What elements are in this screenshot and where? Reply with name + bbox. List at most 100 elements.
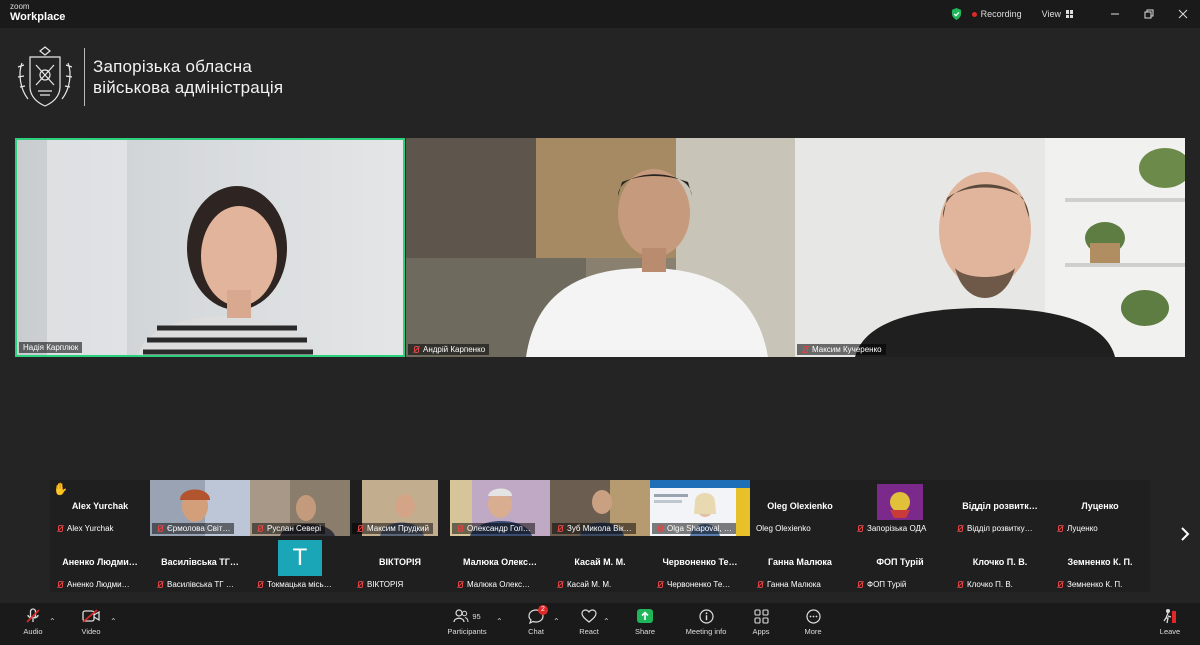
participants-icon [453, 609, 469, 623]
mic-muted-icon [1056, 524, 1064, 533]
participant-tile[interactable]: Касай М. М. Касай М. М. [550, 536, 650, 592]
participant-tile[interactable]: Земненко К. П. Земненко К. П. [1050, 536, 1150, 592]
view-button[interactable]: View [1042, 9, 1074, 19]
video-tile-2[interactable]: Андрій Карпенко [406, 138, 795, 357]
participant-name: Відділ розвитку… [967, 524, 1033, 533]
chat-button[interactable]: 2 Chat [522, 605, 550, 636]
audio-options-caret-icon[interactable]: ⌃ [49, 617, 56, 626]
participant-tile[interactable]: Олександр Гол… [450, 480, 550, 536]
participant-tile[interactable]: Oleg Olexienko Oleg Olexienko [750, 480, 850, 536]
participant-name-label: Аненко Людми… [52, 579, 134, 590]
participant-name-label: Андрій Карпенко [408, 344, 490, 355]
participant-tile[interactable]: Клочко П. В. Клочко П. В. [950, 536, 1050, 592]
chat-label: Chat [528, 627, 544, 636]
participant-name: Максим Прудкий [367, 524, 429, 533]
participant-name-label: Запорізька ОДА [852, 523, 930, 534]
participant-name-label: Єрмолова Світ… [152, 523, 235, 534]
participant-tile[interactable]: Руслан Северi [250, 480, 350, 536]
mic-muted-icon [156, 580, 164, 589]
shield-check-icon[interactable] [951, 8, 962, 20]
participants-button[interactable]: 95 Participants [444, 607, 490, 636]
participant-tile[interactable]: Червоненко Те… Червоненко Те… [650, 536, 750, 592]
participant-name: Запорізька ОДА [867, 524, 927, 533]
meeting-info-label: Meeting info [685, 627, 727, 636]
more-icon [805, 608, 821, 624]
participant-name-label: Максим Прудкий [352, 523, 433, 534]
participant-strip: ✋ Alex Yurchak Alex Yurchak Єрмолова Сві… [50, 480, 1150, 592]
participant-name-label: Клочко П. В. [952, 579, 1017, 590]
react-options-caret-icon[interactable]: ⌃ [603, 617, 610, 626]
apps-button[interactable]: Apps [748, 607, 774, 636]
participant-name-label: Відділ розвитку… [952, 523, 1037, 534]
share-button[interactable]: Share [632, 607, 658, 636]
participant-name: ФОП Турій [867, 580, 907, 589]
video-options-caret-icon[interactable]: ⌃ [110, 617, 117, 626]
title-bar: zoom Workplace Recording View [0, 0, 1200, 28]
participant-tile[interactable]: ФОП Турій ФОП Турій [850, 536, 950, 592]
grid-view-icon [1066, 10, 1074, 18]
leave-label: Leave [1159, 627, 1181, 636]
react-button[interactable]: React [576, 607, 602, 636]
participant-name-label: Olga Shapoval, … [652, 523, 736, 534]
more-button[interactable]: More [800, 607, 826, 636]
video-tile-1[interactable]: Надія Карплюк [15, 138, 405, 357]
participant-tile[interactable]: Єрмолова Світ… [150, 480, 250, 536]
recording-label: Recording [980, 9, 1022, 19]
close-button[interactable] [1166, 0, 1200, 28]
participant-display-name: Василівська ТГ… [161, 557, 239, 567]
mic-muted-icon [156, 524, 164, 533]
mic-muted-icon [56, 580, 64, 589]
info-icon [698, 608, 714, 624]
participant-tile[interactable]: Запорізька ОДА [850, 480, 950, 536]
participant-display-name: Малюка Олекс… [463, 557, 537, 567]
participant-tile[interactable]: Зуб Микола Вік… [550, 480, 650, 536]
avatar-initial: T [292, 544, 308, 571]
participant-name: Луценко [1067, 524, 1098, 533]
participant-tile[interactable]: Olga Shapoval, … [650, 480, 750, 536]
participant-name: Клочко П. В. [967, 580, 1013, 589]
audio-button[interactable]: Audio [18, 607, 48, 636]
participant-tile[interactable]: Василівська ТГ… Василівська ТГ … [150, 536, 250, 592]
video-button[interactable]: Video [76, 607, 106, 636]
minimize-button[interactable] [1098, 0, 1132, 28]
close-icon [1178, 9, 1188, 19]
mic-muted-icon [256, 524, 264, 533]
participant-name-label: Земненко К. П. [1052, 579, 1126, 590]
participant-display-name: Клочко П. В. [972, 557, 1028, 567]
more-label: More [804, 627, 822, 636]
next-page-chevron-icon[interactable] [1180, 527, 1190, 546]
participant-name-label: Alex Yurchak [52, 523, 118, 534]
mic-muted-icon [856, 580, 864, 589]
participant-tile[interactable]: Максим Прудкий [350, 480, 450, 536]
coat-of-arms-icon [17, 46, 73, 107]
participant-tile[interactable]: Малюка Олекс… Малюка Олекс… [450, 536, 550, 592]
participant-name: Єрмолова Світ… [167, 524, 231, 533]
meeting-info-button[interactable]: Meeting info [682, 607, 730, 636]
leave-button[interactable]: Leave [1156, 607, 1184, 636]
organization-name-line2: військова адміністрація [93, 78, 284, 97]
participant-display-name: Касай М. М. [574, 557, 626, 567]
video-tile-3[interactable]: Максим Кучеренко [795, 138, 1185, 357]
participant-name-label: Зуб Микола Вік… [552, 523, 636, 534]
chat-unread-badge: 2 [538, 605, 548, 615]
participant-tile[interactable]: Луценко Луценко [1050, 480, 1150, 536]
recording-indicator[interactable]: Recording [971, 9, 1022, 19]
chat-options-caret-icon[interactable]: ⌃ [553, 617, 560, 626]
restore-button[interactable] [1132, 0, 1166, 28]
participant-name-label: Руслан Северi [252, 523, 326, 534]
avatar: T [278, 540, 322, 576]
participant-tile[interactable]: Відділ розвитк… Відділ розвитку… [950, 480, 1050, 536]
participants-options-caret-icon[interactable]: ⌃ [496, 617, 503, 626]
header-divider [84, 48, 85, 106]
participant-tile[interactable]: ВІКТОРІЯ ВІКТОРІЯ [350, 536, 450, 592]
organization-name-line1: Запорізька обласна [93, 57, 252, 76]
participant-name-label: Oleg Olexienko [752, 523, 815, 534]
participant-name-label: Ганна Малюка [752, 579, 825, 590]
view-label: View [1041, 9, 1061, 19]
participant-tile[interactable]: ✋ Alex Yurchak Alex Yurchak [50, 480, 150, 536]
participant-name-label: Червоненко Те… [652, 579, 734, 590]
participant-tile[interactable]: T Токмацька місь… [250, 536, 350, 592]
participant-display-name: Червоненко Те… [662, 557, 738, 567]
participant-tile[interactable]: Ганна Малюка Ганна Малюка [750, 536, 850, 592]
participant-tile[interactable]: Аненко Людми… Аненко Людми… [50, 536, 150, 592]
